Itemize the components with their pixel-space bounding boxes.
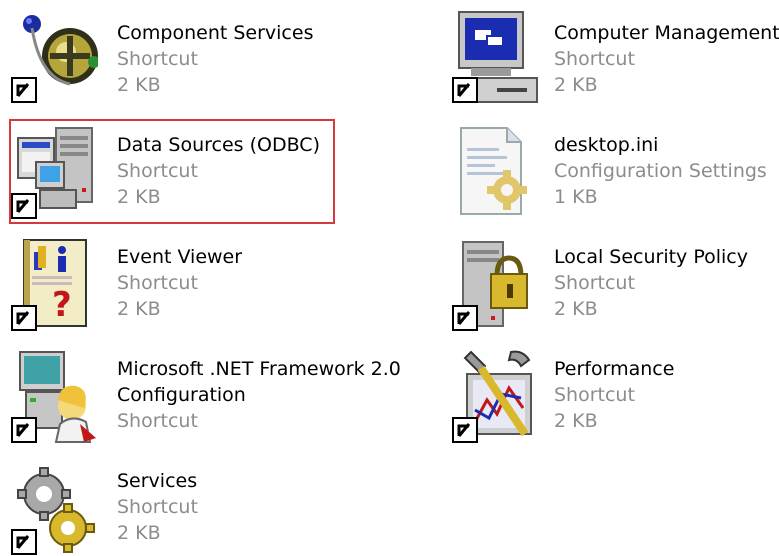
file-item-performance[interactable]: Performance Shortcut 2 KB bbox=[437, 344, 779, 452]
file-type: Shortcut bbox=[117, 410, 198, 432]
file-item-net-framework-configuration[interactable]: Microsoft .NET Framework 2.0 Configurati… bbox=[0, 344, 430, 452]
services-icon bbox=[10, 460, 98, 556]
file-size: 2 KB bbox=[117, 74, 161, 96]
file-name: Performance bbox=[554, 358, 675, 380]
file-item-event-viewer[interactable]: ? Event Viewer Shortcut 2 KB bbox=[0, 232, 420, 340]
file-type: Shortcut bbox=[117, 496, 198, 518]
file-size: 2 KB bbox=[117, 186, 161, 208]
performance-icon bbox=[451, 348, 539, 444]
computer-management-icon bbox=[451, 8, 539, 104]
file-size: 2 KB bbox=[554, 298, 598, 320]
file-type: Shortcut bbox=[117, 48, 198, 70]
file-name: Data Sources (ODBC) bbox=[117, 134, 320, 156]
file-name-line2: Configuration bbox=[117, 384, 246, 406]
file-size: 1 KB bbox=[554, 186, 598, 208]
file-name: Local Security Policy bbox=[554, 246, 748, 268]
file-item-data-sources-odbc[interactable]: Data Sources (ODBC) Shortcut 2 KB bbox=[0, 120, 336, 228]
local-security-policy-icon bbox=[451, 236, 539, 332]
file-type: Shortcut bbox=[117, 160, 198, 182]
file-item-computer-management[interactable]: Computer Management Shortcut 2 KB bbox=[437, 8, 779, 116]
file-name: Component Services bbox=[117, 22, 314, 44]
event-viewer-icon: ? bbox=[10, 236, 98, 332]
file-name: Computer Management bbox=[554, 22, 779, 44]
file-size: 2 KB bbox=[554, 74, 598, 96]
file-type: Shortcut bbox=[554, 384, 635, 406]
file-name: desktop.ini bbox=[554, 134, 659, 156]
file-size: 2 KB bbox=[117, 298, 161, 320]
file-type: Shortcut bbox=[554, 272, 635, 294]
file-item-services[interactable]: Services Shortcut 2 KB bbox=[0, 456, 420, 556]
svg-text:?: ? bbox=[52, 285, 72, 325]
file-item-local-security-policy[interactable]: Local Security Policy Shortcut 2 KB bbox=[437, 232, 779, 340]
file-type: Shortcut bbox=[117, 272, 198, 294]
component-services-icon bbox=[10, 8, 98, 104]
file-item-desktop-ini[interactable]: desktop.ini Configuration Settings 1 KB bbox=[437, 120, 779, 228]
file-type: Shortcut bbox=[554, 48, 635, 70]
file-name: Event Viewer bbox=[117, 246, 243, 268]
data-sources-icon bbox=[10, 124, 98, 220]
config-settings-icon bbox=[451, 124, 539, 220]
net-framework-config-icon bbox=[10, 348, 98, 444]
file-type: Configuration Settings bbox=[554, 160, 767, 182]
file-size: 2 KB bbox=[117, 522, 161, 544]
file-name: Services bbox=[117, 470, 198, 492]
file-name: Microsoft .NET Framework 2.0 bbox=[117, 358, 401, 380]
file-item-component-services[interactable]: Component Services Shortcut 2 KB bbox=[0, 8, 420, 116]
file-size: 2 KB bbox=[554, 410, 598, 432]
